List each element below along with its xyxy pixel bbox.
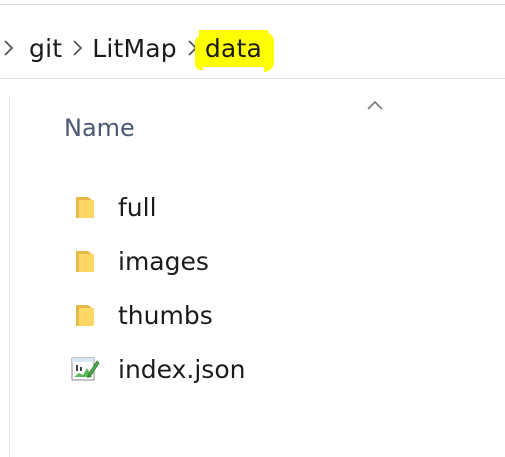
file-name: images <box>118 246 209 276</box>
address-bar[interactable]: git LitMap data <box>0 6 505 79</box>
top-divider <box>0 4 505 5</box>
list-item[interactable]: index.json <box>70 342 470 396</box>
column-header-name[interactable]: Name <box>64 114 135 142</box>
json-file-icon <box>70 354 100 384</box>
chevron-right-icon[interactable] <box>3 38 15 58</box>
folder-icon <box>70 192 100 222</box>
breadcrumb: git LitMap data <box>0 28 275 72</box>
file-name: index.json <box>118 354 246 384</box>
folder-icon <box>70 246 100 276</box>
breadcrumb-item-litmap[interactable]: LitMap <box>92 34 177 63</box>
breadcrumb-item-git[interactable]: git <box>29 34 62 63</box>
file-name: thumbs <box>118 300 213 330</box>
file-name: full <box>118 192 157 222</box>
file-list: full images thumbs index.json <box>70 180 470 396</box>
folder-icon <box>70 300 100 330</box>
list-item[interactable]: full <box>70 180 470 234</box>
chevron-right-icon[interactable] <box>72 38 84 58</box>
list-item[interactable]: images <box>70 234 470 288</box>
file-explorer-window: git LitMap data Name full images thumbs … <box>0 0 505 457</box>
pane-divider <box>9 96 10 457</box>
breadcrumb-item-data[interactable]: data <box>194 29 275 72</box>
list-item[interactable]: thumbs <box>70 288 470 342</box>
chevron-up-icon[interactable] <box>366 96 384 110</box>
